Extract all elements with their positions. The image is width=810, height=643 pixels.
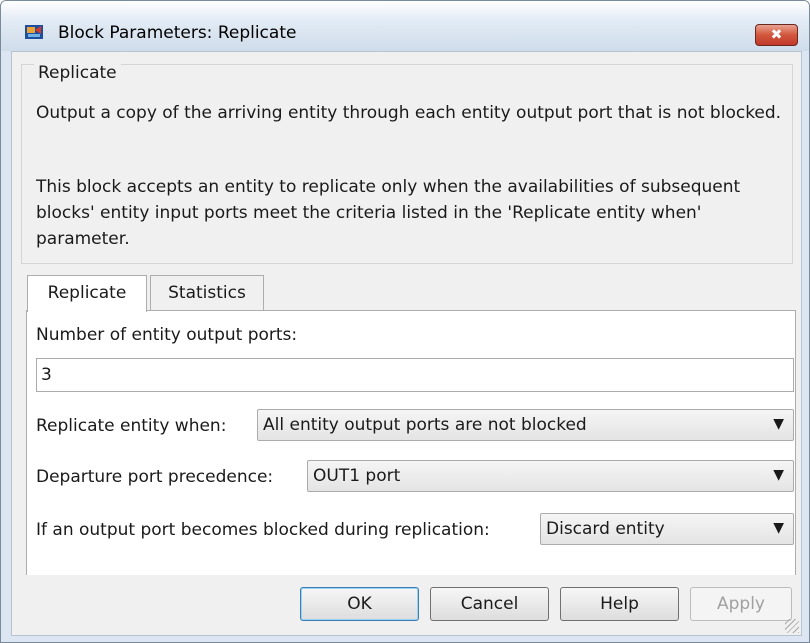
replicate-when-select[interactable]: All entity output ports are not blocked … xyxy=(257,409,794,441)
simulink-block-icon xyxy=(25,25,43,39)
close-icon: ✖ xyxy=(770,27,783,43)
tab-statistics[interactable]: Statistics xyxy=(150,275,264,310)
replicate-when-label: Replicate entity when: xyxy=(36,416,227,436)
description-paragraph-2: This block accepts an entity to replicat… xyxy=(36,177,741,249)
num-ports-field[interactable]: 3 xyxy=(36,358,794,392)
title-bar[interactable]: Block Parameters: Replicate ✖ xyxy=(1,1,809,51)
cancel-button[interactable]: Cancel xyxy=(430,587,549,621)
tab-replicate[interactable]: Replicate xyxy=(27,275,147,312)
chevron-down-icon: ▼ xyxy=(773,467,784,483)
departure-select[interactable]: OUT1 port ▼ xyxy=(307,460,794,492)
departure-label: Departure port precedence: xyxy=(36,467,274,487)
apply-button[interactable]: Apply xyxy=(690,587,792,621)
window-title: Block Parameters: Replicate xyxy=(58,23,297,43)
dialog-body: Replicate Output a copy of the arriving … xyxy=(11,51,802,636)
description-group: Replicate Output a copy of the arriving … xyxy=(21,63,793,264)
description-paragraph-1: Output a copy of the arriving entity thr… xyxy=(36,103,782,123)
tab-panel: Number of entity output ports: 3 Replica… xyxy=(26,310,796,577)
chevron-down-icon: ▼ xyxy=(773,416,784,432)
departure-value: OUT1 port xyxy=(313,466,401,486)
num-ports-label: Number of entity output ports: xyxy=(36,325,298,345)
blocked-value: Discard entity xyxy=(546,519,665,539)
resize-grip[interactable] xyxy=(785,619,799,633)
blocked-label: If an output port becomes blocked during… xyxy=(36,520,490,540)
chevron-down-icon: ▼ xyxy=(773,520,784,536)
help-button[interactable]: Help xyxy=(560,587,679,621)
blocked-select[interactable]: Discard entity ▼ xyxy=(540,513,794,545)
close-button[interactable]: ✖ xyxy=(755,24,798,46)
num-ports-value: 3 xyxy=(41,365,52,385)
group-label: Replicate xyxy=(34,63,121,83)
replicate-when-value: All entity output ports are not blocked xyxy=(263,415,587,435)
ok-button[interactable]: OK xyxy=(300,587,419,621)
dialog-window: Block Parameters: Replicate ✖ Replicate … xyxy=(0,0,810,643)
